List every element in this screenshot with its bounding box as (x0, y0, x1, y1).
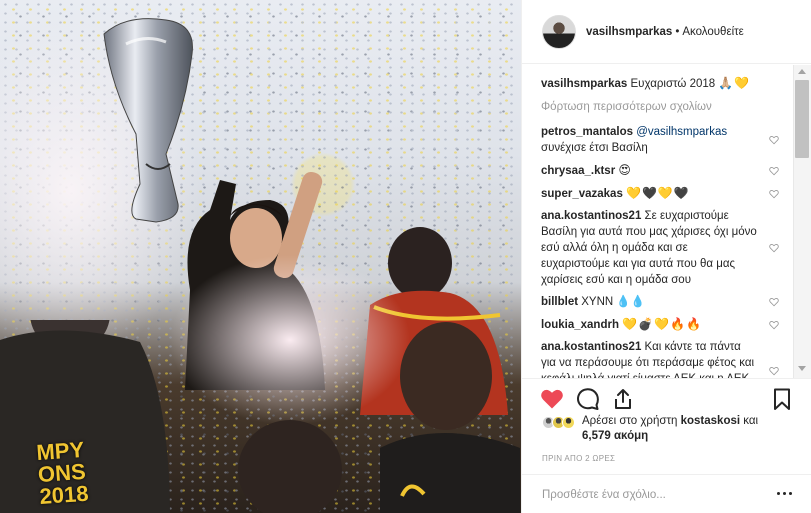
post-header: vasilhsmparkas • Ακολουθείτε (522, 0, 811, 64)
bookmark-icon[interactable] (770, 387, 794, 411)
comment-row: chrysaa_.ktsr 😍 (541, 162, 779, 179)
comment-username[interactable]: ana.kostantinos21 (541, 210, 641, 222)
comment-row: ana.kostantinos21 Σε ευχαριστούμε Βασίλη… (541, 208, 779, 288)
comment-row: super_vazakas 💛🖤💛🖤 (541, 185, 779, 202)
author-avatar[interactable] (542, 14, 576, 49)
comment-username[interactable]: petros_mantalos (541, 126, 633, 138)
comment-row: petros_mantalos @vasilhsmparkas συνέχισε… (541, 124, 779, 156)
comment-username[interactable]: loukia_xandrh (541, 319, 619, 331)
comment-username[interactable]: ana.kostantinos21 (541, 341, 641, 353)
heart-filled-icon[interactable] (540, 387, 564, 411)
caption-username[interactable]: vasilhsmparkas (541, 78, 627, 90)
liker-username[interactable]: kostaskosi (681, 415, 740, 427)
add-comment-bar (522, 474, 811, 513)
smoke-cloud-center (170, 255, 410, 425)
author-username[interactable]: vasilhsmparkas (586, 26, 672, 38)
comments-list: vasilhsmparkas Ευχαριστώ 2018 🙏🏼💛 Φόρτωσ… (522, 65, 811, 378)
shirt-print-text: MPY ONS 2018 (35, 436, 90, 510)
heart-outline-icon[interactable] (765, 185, 779, 202)
action-bar (522, 378, 811, 418)
player-back-of-head (380, 322, 520, 513)
post-photo[interactable]: MPY ONS 2018 (0, 0, 521, 513)
comment-text: 😍 (618, 163, 632, 177)
scrollbar-thumb[interactable] (795, 80, 809, 158)
comment-text: 💛💣💛🔥🔥 (622, 317, 702, 331)
heart-outline-icon[interactable] (765, 316, 779, 333)
header-text: vasilhsmparkas • Ακολουθείτε (586, 26, 744, 38)
comment-username[interactable]: billblet (541, 296, 578, 308)
post-details-panel: vasilhsmparkas • Ακολουθείτε vasilhsmparka… (521, 0, 811, 513)
likes-count[interactable]: 6,579 ακόμη (582, 430, 648, 442)
share-icon[interactable] (611, 387, 635, 411)
heart-outline-icon[interactable] (765, 208, 779, 288)
scroll-down-arrow-icon[interactable] (798, 366, 806, 371)
load-more-comments-link[interactable]: Φόρτωση περισσότερων σχολίων (541, 99, 811, 115)
caption-text: Ευχαριστώ 2018 (630, 78, 716, 90)
comment-username[interactable]: super_vazakas (541, 188, 623, 200)
comment-mention[interactable]: @vasilhsmparkas (636, 126, 727, 138)
heart-outline-icon[interactable] (765, 294, 779, 310)
liker-avatar (562, 416, 575, 429)
post-caption: vasilhsmparkas Ευχαριστώ 2018 🙏🏼💛 (541, 75, 779, 92)
likes-summary: Αρέσει στο χρήστη kostaskosi και 6,579 α… (542, 414, 802, 444)
caption-emoji: 🙏🏼💛 (718, 76, 751, 90)
scroll-up-arrow-icon[interactable] (798, 69, 806, 74)
comment-text: συνέχισε έτσι Βασίλη (541, 142, 648, 154)
add-comment-input[interactable] (542, 485, 762, 505)
header-separator: • (675, 25, 680, 38)
heart-outline-icon[interactable] (765, 162, 779, 179)
following-status[interactable]: Ακολουθείτε (682, 26, 743, 38)
comment-text: 💛🖤💛🖤 (626, 186, 690, 200)
heart-outline-icon[interactable] (765, 124, 779, 156)
liker-avatars[interactable] (542, 416, 575, 429)
likes-prefix: Αρέσει στο χρήστη (582, 415, 678, 427)
likes-middle: και (743, 415, 759, 427)
comment-username[interactable]: chrysaa_.ktsr (541, 165, 615, 177)
comment-row: billblet XYNN 💧💧 (541, 294, 779, 310)
comment-icon[interactable] (576, 387, 600, 411)
heart-outline-icon[interactable] (765, 339, 779, 378)
comment-text: XYNN 💧💧 (581, 296, 646, 308)
more-options-icon[interactable] (777, 492, 792, 495)
comment-row: loukia_xandrh 💛💣💛🔥🔥 (541, 316, 779, 333)
comment-row: ana.kostantinos21 Και κάντε τα πάντα για… (541, 339, 779, 378)
post-timestamp[interactable]: ΠΡΙΝ ΑΠΟ 2 ΩΡΕΣ (542, 454, 615, 463)
fan-head-bottom (238, 420, 342, 513)
likes-text: Αρέσει στο χρήστη kostaskosi και 6,579 α… (582, 414, 758, 444)
